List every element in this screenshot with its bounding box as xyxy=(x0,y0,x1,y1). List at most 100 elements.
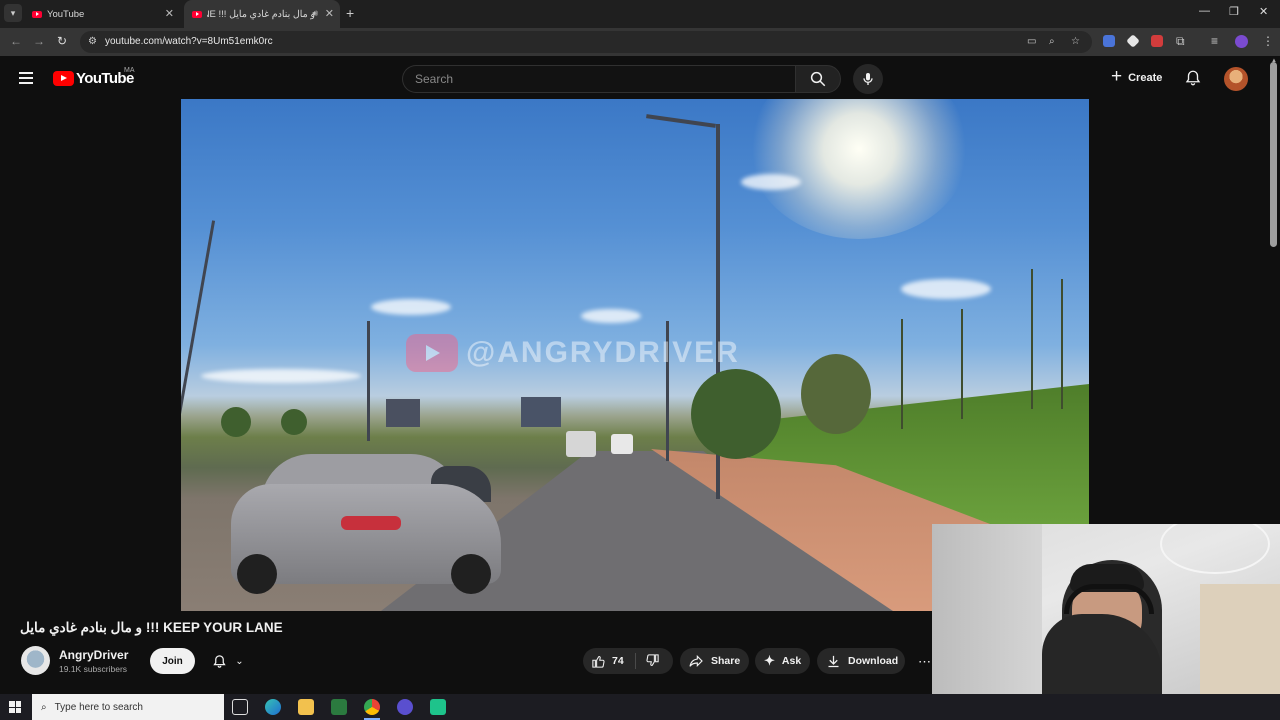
country-code: MA xyxy=(124,67,135,74)
video-frame-tree xyxy=(281,409,307,435)
search-button[interactable] xyxy=(795,65,841,93)
back-icon[interactable]: ← xyxy=(10,34,22,48)
video-frame-tree xyxy=(801,354,871,434)
translate-extension-icon[interactable] xyxy=(1103,35,1115,47)
edge-browser-icon[interactable] xyxy=(265,699,281,715)
youtube-favicon-icon xyxy=(32,10,42,18)
like-count: 74 xyxy=(612,655,624,667)
page-scrollbar[interactable] xyxy=(1270,62,1277,247)
video-frame-billboard xyxy=(521,397,561,427)
forward-icon[interactable]: → xyxy=(33,34,45,48)
tab-search-button[interactable]: ▾ xyxy=(4,4,22,22)
channel-name[interactable]: AngryDriver xyxy=(59,648,128,662)
download-icon xyxy=(828,655,839,667)
bell-icon xyxy=(213,654,226,668)
extensions-puzzle-icon[interactable]: ⧉ xyxy=(1176,34,1185,49)
channel-watermark: @ANGRYDRIVER xyxy=(406,334,740,372)
task-view-icon[interactable] xyxy=(232,699,248,715)
url-text[interactable]: youtube.com/watch?v=8Um51emk0rc xyxy=(105,36,273,47)
search-box[interactable] xyxy=(402,65,796,93)
youtube-logo[interactable]: YouTube xyxy=(53,70,134,87)
bookmark-star-icon[interactable]: ☆ xyxy=(1071,36,1080,47)
file-explorer-icon[interactable] xyxy=(298,699,314,715)
app-green-icon[interactable] xyxy=(430,699,446,715)
video-frame-tree xyxy=(691,369,781,459)
browser-tab-strip: ▾ YouTube ✕ و مال بنادم غادي مايل !!! KE… xyxy=(0,0,1280,28)
video-frame-streetlight-arm xyxy=(646,114,716,128)
sparkle-icon: ✦ xyxy=(764,653,775,668)
youtube-masthead: YouTube MA + Create xyxy=(0,56,1280,99)
windows-start-icon[interactable] xyxy=(9,701,21,713)
video-title: و مال بنادم غادي مايل !!! KEEP YOUR LANE xyxy=(20,620,283,635)
close-tab-icon[interactable]: ✕ xyxy=(165,7,174,20)
window-close-icon[interactable]: ✕ xyxy=(1259,5,1268,18)
video-frame-streetlight xyxy=(367,321,370,441)
search-icon xyxy=(810,71,826,87)
audio-playing-icon[interactable]: 🔊︎ xyxy=(312,8,318,19)
taskbar-search-placeholder: Type here to search xyxy=(54,701,143,713)
tab-title: YouTube xyxy=(47,8,85,20)
microsoft-store-icon[interactable] xyxy=(331,699,347,715)
zoom-icon[interactable]: ⌕ xyxy=(1049,36,1055,47)
tab-youtube-home[interactable]: YouTube ✕ xyxy=(24,0,180,28)
tab-video[interactable]: و مال بنادم غادي مايل !!! KEEP YOUR LANE… xyxy=(184,0,340,28)
download-button[interactable]: Download xyxy=(817,648,905,674)
restore-icon[interactable]: ❐ xyxy=(1229,5,1239,18)
channel-avatar[interactable] xyxy=(21,646,50,675)
tab-title: و مال بنادم غادي مايل !!! KEEP YOUR LANE xyxy=(207,8,315,20)
subscription-notifications-button[interactable]: ⌄ xyxy=(200,648,256,674)
video-frame-cloud xyxy=(901,279,991,299)
thumbs-down-icon xyxy=(646,654,659,666)
taskbar-search-box[interactable]: ⌕ Type here to search xyxy=(32,694,224,720)
ask-button[interactable]: ✦ Ask xyxy=(755,648,810,674)
watermark-play-icon xyxy=(406,334,458,372)
media-controls-icon[interactable]: ≡ xyxy=(1211,34,1218,48)
ask-label: Ask xyxy=(781,655,802,667)
search-input[interactable] xyxy=(415,72,775,86)
video-frame-palm xyxy=(901,319,903,429)
video-frame-palm xyxy=(961,309,963,419)
voice-search-button[interactable] xyxy=(853,64,883,94)
subscriber-count: 19.1K subscribers xyxy=(59,664,128,674)
video-frame-cloud xyxy=(581,309,641,323)
microphone-icon xyxy=(863,73,873,85)
account-avatar[interactable] xyxy=(1224,67,1248,91)
youtube-favicon-icon xyxy=(192,10,202,18)
download-label: Download xyxy=(848,655,899,667)
notifications-bell-icon[interactable] xyxy=(1184,69,1202,87)
extension-red-icon[interactable] xyxy=(1151,35,1163,47)
video-frame-van xyxy=(566,431,596,457)
like-button[interactable]: 74 xyxy=(583,654,624,669)
plus-icon: + xyxy=(1111,66,1123,87)
reload-icon[interactable]: ↻ xyxy=(57,34,67,48)
webcam-overlay xyxy=(932,524,1280,696)
chrome-browser-icon[interactable] xyxy=(364,699,380,715)
youtube-play-logo-icon xyxy=(53,71,74,86)
new-tab-button[interactable]: + xyxy=(346,5,354,21)
profile-avatar-icon[interactable] xyxy=(1235,35,1248,48)
join-button[interactable]: Join xyxy=(150,648,195,674)
site-info-icon[interactable]: ⚙ xyxy=(88,36,97,47)
create-label: Create xyxy=(1128,72,1163,84)
video-frame-palm xyxy=(1061,279,1063,409)
browser-menu-icon[interactable]: ⋮ xyxy=(1262,34,1274,48)
minimize-icon[interactable]: — xyxy=(1199,5,1210,17)
guide-menu-icon[interactable] xyxy=(19,72,33,84)
dislike-button[interactable] xyxy=(645,653,660,671)
video-frame-billboard xyxy=(386,399,420,427)
video-frame-cloud xyxy=(201,369,361,383)
address-bar[interactable]: ⚙ youtube.com/watch?v=8Um51emk0rc ▭ ⌕ ☆ xyxy=(80,31,1092,53)
video-frame-cloud xyxy=(741,174,801,190)
video-frame-cloud xyxy=(371,299,451,315)
create-button[interactable]: + Create xyxy=(1104,64,1172,92)
share-label: Share xyxy=(711,655,741,667)
discord-icon[interactable] xyxy=(397,699,413,715)
share-button[interactable]: Share xyxy=(680,648,749,674)
close-tab-icon[interactable]: ✕ xyxy=(325,7,334,20)
more-actions-icon[interactable]: ⋯ xyxy=(918,654,931,670)
thumbs-up-icon xyxy=(592,655,605,668)
join-label: Join xyxy=(162,655,183,667)
cast-icon[interactable]: ▭ xyxy=(1027,36,1036,47)
extension-diamond-icon[interactable] xyxy=(1126,34,1140,48)
watermark-handle: @ANGRYDRIVER xyxy=(466,336,740,369)
